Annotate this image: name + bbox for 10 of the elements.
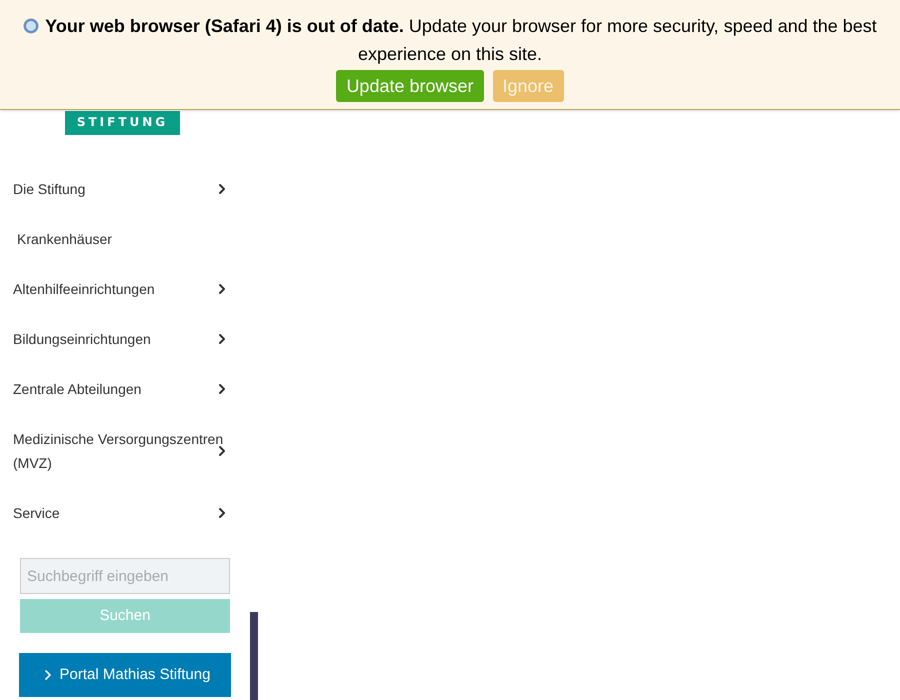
nav-item[interactable]: Krankenhäuser xyxy=(0,214,250,264)
portal-link[interactable]: Portal Mathias Stiftung xyxy=(19,653,231,697)
nav-item[interactable]: Altenhilfeeinrichtungen xyxy=(0,264,250,314)
search-field[interactable]: Suchbegriff eingeben xyxy=(20,558,230,594)
nav-item[interactable]: Die Stiftung xyxy=(0,164,250,214)
nav-item[interactable]: Service xyxy=(0,488,250,538)
nav-item[interactable]: Bildungseinrichtungen xyxy=(0,314,250,364)
banner-message: Your web browser (Safari 4) is out of date. Update your browser for more security, speed and the best experience on this site. xyxy=(20,12,880,68)
nav-item[interactable]: Medizinische Versorgungszentren (MVZ) xyxy=(0,414,250,488)
nav-item[interactable]: Zentrale Abteilungen xyxy=(0,364,250,414)
